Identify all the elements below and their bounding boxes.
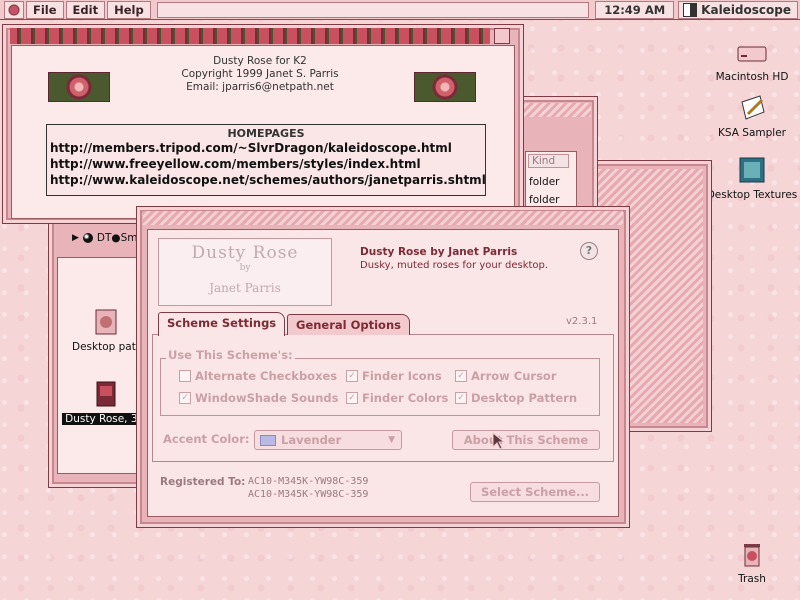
document-pen-icon	[741, 95, 765, 120]
scheme-subtitle: Dusky, muted roses for your desktop.	[360, 260, 549, 271]
menu-edit[interactable]: Edit	[65, 0, 106, 19]
menu-help[interactable]: Help	[107, 0, 151, 19]
registration-code: AC10-M345K-YW98C-359	[248, 489, 369, 500]
checkbox-label: WindowShade Sounds	[195, 391, 339, 405]
checkbox-windowshade-sounds[interactable]: ✓ WindowShade Sounds	[179, 391, 338, 405]
application-name: Kaleidoscope	[701, 2, 791, 17]
menu-file[interactable]: File	[26, 0, 64, 19]
finder-list-item[interactable]: ▶ DT●Sm	[72, 232, 137, 244]
logo-title: Dusty Rose	[191, 243, 299, 263]
logo-author: Janet Parris	[209, 281, 281, 295]
select-scheme-button[interactable]: Select Scheme...	[470, 482, 600, 502]
tab-general-options[interactable]: General Options	[287, 314, 410, 335]
checkbox-box[interactable]	[179, 370, 191, 382]
scheme-logo: Dusty Rose by Janet Parris	[158, 238, 332, 306]
trash-icon	[744, 544, 760, 567]
application-menu[interactable]: Kaleidoscope	[678, 0, 798, 19]
checkbox-box[interactable]: ✓	[455, 392, 467, 404]
homepages-box: HOMEPAGES http://members.tripod.com/~Slv…	[46, 124, 486, 196]
desktop-pattern-icon	[95, 309, 117, 335]
accent-color-label: Accent Color:	[163, 432, 250, 446]
apple-menu-icon[interactable]	[4, 0, 24, 19]
menu-clock[interactable]: 12:49 AM	[595, 0, 675, 19]
menu-bar: File Edit Help 12:49 AM Kaleidoscope	[0, 0, 800, 20]
group-label: Use This Scheme's:	[166, 348, 295, 362]
desktop-icon-desktop-textures[interactable]: Desktop Textures	[704, 156, 800, 201]
checkbox-alternate-checkboxes[interactable]: Alternate Checkboxes	[179, 369, 337, 383]
kaleidoscope-icon	[683, 2, 698, 17]
rose-image-left	[48, 72, 110, 102]
registered-to-label: Registered To:	[160, 476, 246, 488]
checkbox-box[interactable]: ✓	[455, 370, 467, 382]
homepages-heading: HOMEPAGES	[227, 127, 305, 140]
column-header-kind[interactable]: Kind	[528, 154, 569, 168]
about-credit-line-2: Copyright 1999 Janet S. Parris	[181, 68, 339, 80]
accent-color-value: Lavender	[281, 433, 342, 447]
menu-bar-fill	[156, 1, 590, 18]
folder-icon	[739, 157, 765, 183]
hard-drive-icon	[737, 46, 767, 62]
accent-color-select[interactable]: Lavender ▼	[254, 430, 402, 450]
finder-kind-cell: folder	[529, 176, 560, 188]
bullet-icon	[82, 233, 93, 243]
checkbox-arrow-cursor[interactable]: ✓ Arrow Cursor	[455, 369, 557, 383]
help-button[interactable]: ?	[580, 242, 598, 260]
desktop-icon-label: Desktop Textures	[706, 189, 798, 201]
checkbox-label: Desktop Pattern	[471, 391, 578, 405]
homepage-link[interactable]: http://www.kaleidoscope.net/schemes/auth…	[47, 172, 486, 188]
finder-kind-cell: folder	[529, 194, 560, 206]
arrow-cursor-icon	[492, 432, 506, 450]
scheme-options-group	[160, 358, 600, 416]
color-swatch	[260, 434, 276, 446]
homepage-link[interactable]: http://www.freeyellow.com/members/styles…	[47, 156, 485, 172]
desktop-icon-ksa-sampler[interactable]: KSA Sampler	[704, 94, 800, 139]
desktop-icon-macintosh-hd[interactable]: Macintosh HD	[704, 38, 800, 83]
checkbox-box[interactable]: ✓	[346, 370, 358, 382]
checkbox-label: Finder Colors	[362, 391, 449, 405]
window-title-bar[interactable]	[143, 211, 623, 225]
registration-code: AC10-M345K-YW98C-359	[248, 476, 369, 487]
disclosure-triangle-icon[interactable]: ▶	[72, 233, 79, 243]
logo-by: by	[239, 263, 251, 273]
about-credit-line-1: Dusty Rose for K2	[213, 55, 307, 67]
homepage-link[interactable]: http://members.tripod.com/~SlvrDragon/ka…	[47, 140, 485, 156]
about-this-scheme-button[interactable]: About This Scheme	[452, 430, 600, 450]
checkbox-finder-colors[interactable]: ✓ Finder Colors	[346, 391, 448, 405]
desktop-icon-label: Trash	[738, 573, 766, 585]
about-credit-line-3: Email: jparris6@netpath.net	[186, 81, 334, 93]
checkbox-box[interactable]: ✓	[346, 392, 358, 404]
checkbox-finder-icons[interactable]: ✓ Finder Icons	[346, 369, 442, 383]
checkbox-label: Finder Icons	[362, 369, 442, 383]
about-title-bar[interactable]	[10, 28, 490, 44]
finder-item-name: DT●Sm	[96, 232, 138, 244]
checkbox-desktop-pattern[interactable]: ✓ Desktop Pattern	[455, 391, 577, 405]
desktop-icon-label: KSA Sampler	[718, 127, 786, 139]
scheme-title: Dusty Rose by Janet Parris	[360, 246, 518, 258]
checkbox-label: Arrow Cursor	[471, 369, 557, 383]
checkbox-label: Alternate Checkboxes	[195, 369, 338, 383]
rose-image-right	[414, 72, 476, 102]
scheme-file-icon	[96, 381, 116, 407]
desktop-icon-trash[interactable]: Trash	[704, 540, 800, 585]
window-zoom-box[interactable]	[494, 28, 510, 44]
rose-pattern	[10, 28, 490, 44]
version-label: v2.3.1	[566, 316, 598, 327]
desktop-icon-label: Macintosh HD	[715, 71, 789, 83]
checkbox-box[interactable]: ✓	[179, 392, 191, 404]
chevron-down-icon: ▼	[388, 435, 395, 445]
tab-scheme-settings[interactable]: Scheme Settings	[158, 312, 286, 336]
